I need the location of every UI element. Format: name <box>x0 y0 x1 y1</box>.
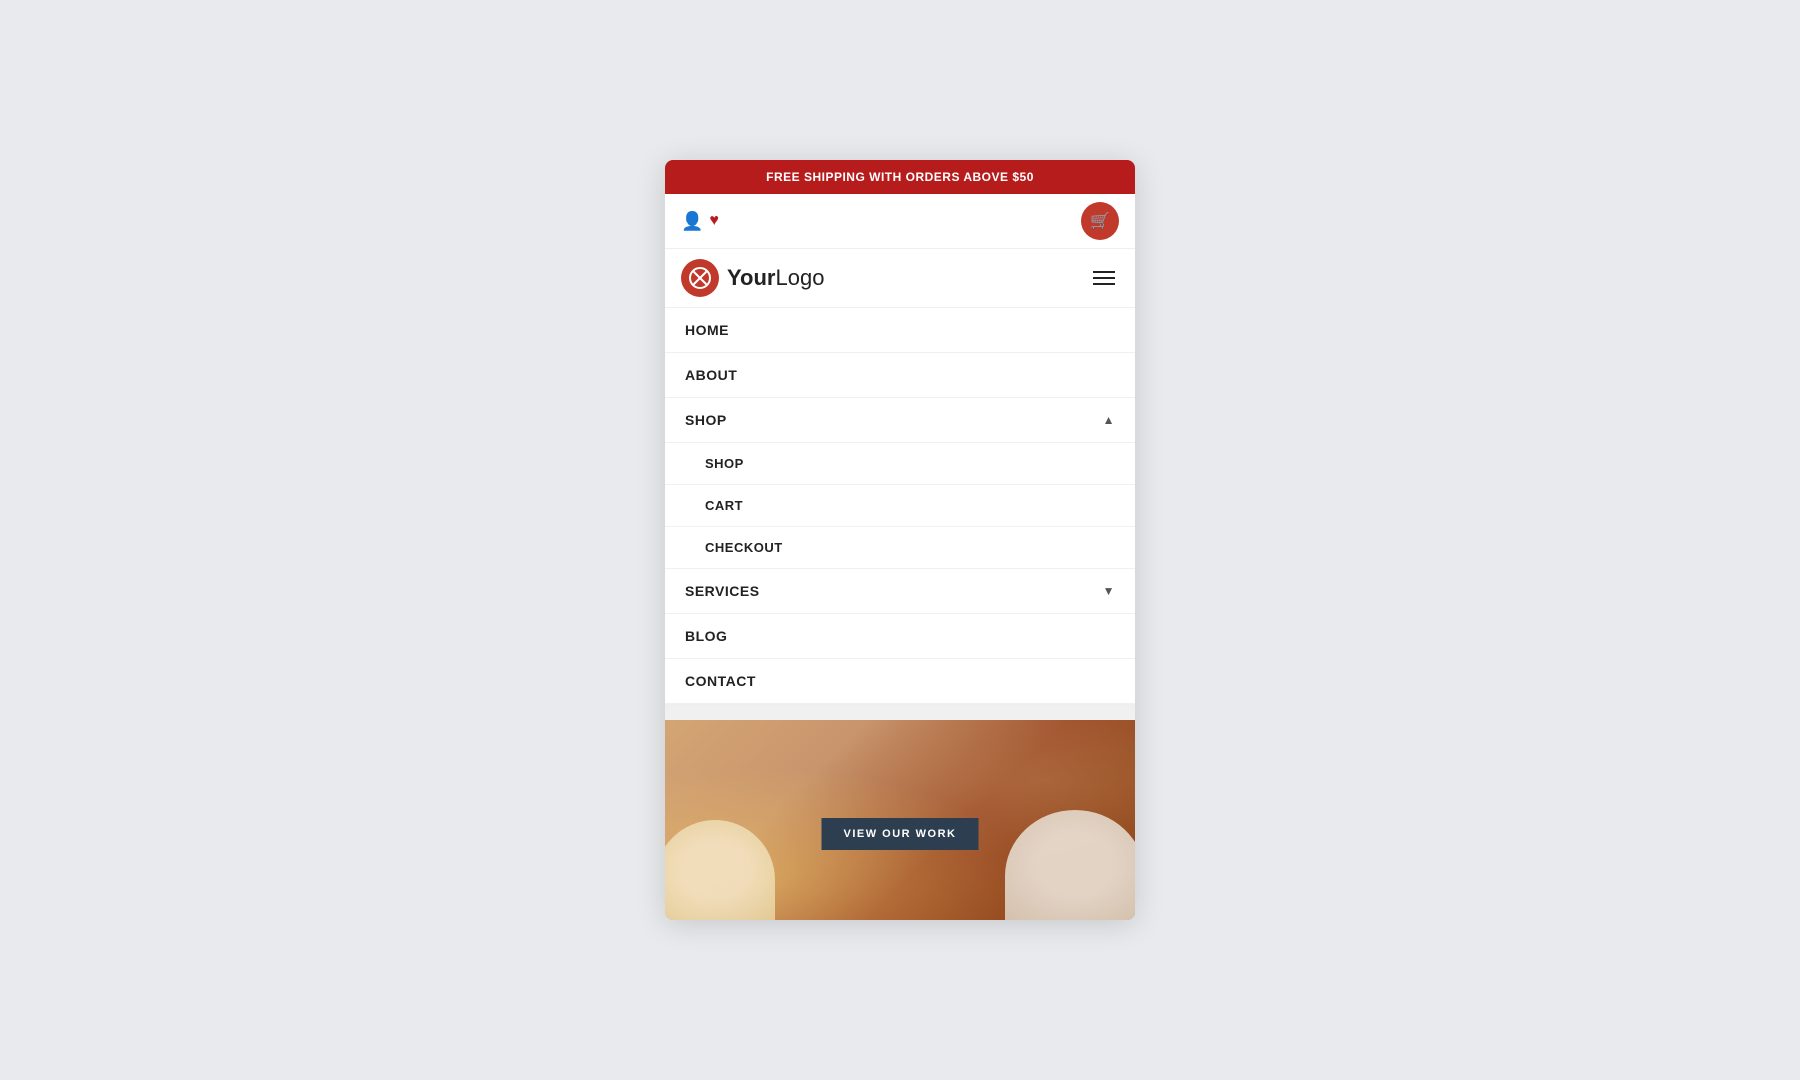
sub-nav-checkout-label: CHECKOUT <box>705 540 783 555</box>
hamburger-menu-button[interactable] <box>1089 267 1119 289</box>
nav-item-home[interactable]: HOME <box>665 308 1135 353</box>
logo-container: YourLogo <box>681 259 824 297</box>
nav-item-contact-label: CONTACT <box>685 673 756 689</box>
nav-item-blog-label: BLOG <box>685 628 727 644</box>
hamburger-line-1 <box>1093 271 1115 273</box>
logo-text: YourLogo <box>727 265 824 291</box>
pillow-decoration-right <box>1005 810 1135 920</box>
nav-item-services[interactable]: SERVICES ▼ <box>665 569 1135 614</box>
nav-menu: HOME ABOUT SHOP ▲ SHOP CART CHECKOUT SER… <box>665 308 1135 705</box>
nav-item-about[interactable]: ABOUT <box>665 353 1135 398</box>
sub-nav-item-shop[interactable]: SHOP <box>665 443 1135 485</box>
nav-item-home-label: HOME <box>685 322 729 338</box>
cart-icon: 🛒 <box>1090 211 1110 231</box>
heart-icon: ♥ <box>709 212 719 230</box>
logo-bold: Your <box>727 265 775 290</box>
utility-bar: 👤 ♥ 🛒 <box>665 194 1135 249</box>
sub-nav-item-checkout[interactable]: CHECKOUT <box>665 527 1135 569</box>
hamburger-line-2 <box>1093 277 1115 279</box>
hero-area: VIEW OUR WORK <box>665 720 1135 920</box>
services-chevron-icon: ▼ <box>1103 584 1115 598</box>
logo-svg-icon <box>689 267 711 289</box>
nav-item-services-label: SERVICES <box>685 583 760 599</box>
utility-icons: 👤 ♥ <box>681 211 719 232</box>
view-work-label: VIEW OUR WORK <box>844 828 957 840</box>
sub-nav-cart-label: CART <box>705 498 743 513</box>
nav-item-shop-label: SHOP <box>685 412 727 428</box>
logo-icon <box>681 259 719 297</box>
pillow-decoration-left <box>665 820 775 920</box>
logo-bar: YourLogo <box>665 249 1135 308</box>
nav-item-contact[interactable]: CONTACT <box>665 659 1135 704</box>
promo-text: FREE SHIPPING WITH ORDERS ABOVE $50 <box>766 170 1034 184</box>
sub-nav-item-cart[interactable]: CART <box>665 485 1135 527</box>
shop-chevron-icon: ▲ <box>1103 413 1115 427</box>
view-work-button[interactable]: VIEW OUR WORK <box>822 818 979 850</box>
phone-frame: FREE SHIPPING WITH ORDERS ABOVE $50 👤 ♥ … <box>665 160 1135 920</box>
hamburger-line-3 <box>1093 283 1115 285</box>
user-icon: 👤 <box>681 211 703 232</box>
nav-item-about-label: ABOUT <box>685 367 737 383</box>
nav-item-shop[interactable]: SHOP ▲ <box>665 398 1135 443</box>
cart-button[interactable]: 🛒 <box>1081 202 1119 240</box>
nav-item-blog[interactable]: BLOG <box>665 614 1135 659</box>
sub-nav-shop-label: SHOP <box>705 456 744 471</box>
logo-regular: Logo <box>775 265 824 290</box>
promo-banner: FREE SHIPPING WITH ORDERS ABOVE $50 <box>665 160 1135 194</box>
